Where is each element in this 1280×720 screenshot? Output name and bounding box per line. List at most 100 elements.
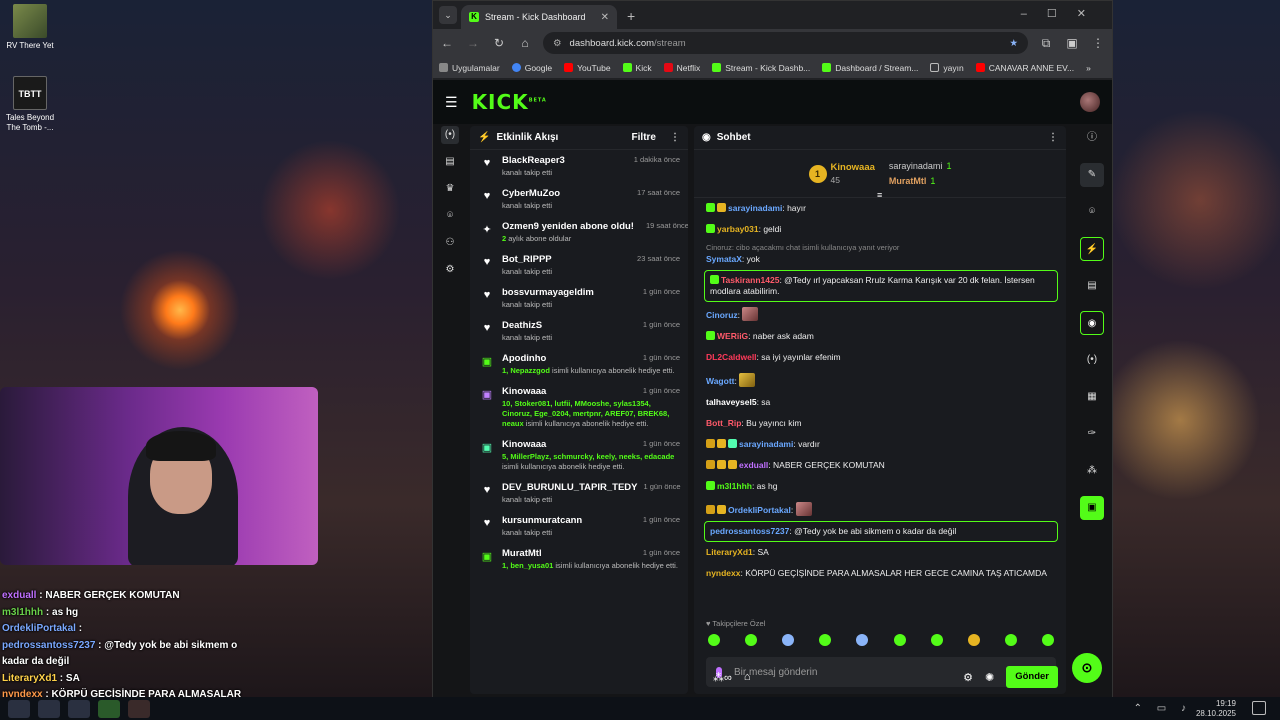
chat-message: SymataX: yok bbox=[706, 254, 760, 264]
bookmark-canavar[interactable]: CANAVAR ANNE EV... bbox=[975, 63, 1074, 73]
site-info-icon[interactable]: ⚙ bbox=[553, 38, 562, 49]
emote-icon[interactable] bbox=[708, 634, 720, 646]
chat-bubble-icon[interactable]: ◉ bbox=[1080, 311, 1104, 335]
more-options-icon[interactable]: ⋮ bbox=[1048, 132, 1058, 143]
tab-kick-dashboard[interactable]: K Stream - Kick Dashboard ✕ bbox=[461, 5, 617, 29]
broadcast-icon[interactable]: (•) bbox=[1080, 348, 1104, 372]
notification-icon[interactable] bbox=[1252, 701, 1266, 715]
quick-emotes bbox=[708, 634, 1054, 646]
activity-event: ♥ CyberMuZoo 17 saat önce kanalı takip ett… bbox=[470, 183, 688, 216]
kick-logo[interactable]: KICKBETA bbox=[472, 90, 547, 114]
document-icon[interactable]: ▤ bbox=[1080, 274, 1104, 298]
kick-header: ☰ KICKBETA bbox=[433, 80, 1112, 124]
clock[interactable]: 19:19 28.10.2025 bbox=[1196, 699, 1236, 719]
tab-search-icon[interactable]: ⌄ bbox=[439, 6, 457, 24]
activity-event: ♥ bossvurmayageldim 1 gün önce kanalı taki… bbox=[470, 282, 688, 315]
chat-message: Wagott: bbox=[706, 368, 1056, 392]
window-controls[interactable]: –☐✕ bbox=[1021, 7, 1106, 20]
chat-header: ◉ Sohbet ⋮ bbox=[694, 126, 1066, 150]
wrench-icon[interactable]: ✑ bbox=[1080, 422, 1104, 446]
settings-icon[interactable]: ⚙ bbox=[441, 261, 459, 279]
emote-icon[interactable] bbox=[782, 634, 795, 646]
loyalty-points-icon[interactable]: ⁂∞ bbox=[713, 671, 732, 684]
taskbar-app-icon[interactable] bbox=[38, 699, 60, 718]
star-icon: ✦ bbox=[482, 224, 492, 236]
activity-event: ▣ Kinowaaa 1 gün önce 5, MillerPlayz, schm… bbox=[481, 439, 680, 471]
reply-context: Cinoruz: cibo açacakmı chat isimli kulla… bbox=[706, 243, 900, 252]
emote-icon[interactable] bbox=[819, 634, 832, 646]
user-avatar[interactable] bbox=[1080, 92, 1100, 112]
system-tray-icons[interactable]: ⌃ ▭ ♪ bbox=[1134, 703, 1192, 714]
emote-icon bbox=[742, 307, 759, 321]
menu-icon[interactable]: ☰ bbox=[445, 94, 458, 111]
rv-there-yet-icon bbox=[13, 4, 47, 38]
bookmarks-bar: Uygulamalar Google YouTube Kick Netflix … bbox=[433, 57, 1112, 79]
bookmark-star-icon[interactable]: ★ bbox=[1009, 38, 1018, 49]
browser-window: ⌄ K Stream - Kick Dashboard ✕ + –☐✕ ← → … bbox=[432, 0, 1113, 697]
edit-pencil-icon[interactable]: ✎ bbox=[1080, 163, 1104, 187]
desktop-icon-tbtt[interactable]: TBTT Tales Beyond The Tomb -... bbox=[0, 76, 60, 133]
leaderboard-top[interactable]: 1 Kinowaaa 45 bbox=[808, 162, 875, 186]
lightning-icon[interactable]: ⚡ bbox=[1080, 237, 1104, 261]
emote-icon[interactable] bbox=[967, 634, 980, 646]
bookmark-youtube[interactable]: YouTube bbox=[564, 63, 611, 73]
taskbar-app-icon[interactable] bbox=[68, 699, 90, 718]
bookmark-netflix[interactable]: Netflix bbox=[663, 63, 700, 73]
scan-icon[interactable]: ⌾ bbox=[441, 207, 459, 225]
taskbar-app-icon[interactable] bbox=[8, 699, 30, 718]
predictions-icon[interactable]: ✺ bbox=[985, 671, 994, 684]
info-icon[interactable]: ⓘ bbox=[1080, 126, 1104, 150]
emote-icon[interactable] bbox=[745, 634, 758, 646]
chat-settings-icon[interactable]: ⚙ bbox=[963, 671, 973, 684]
gift-icon: ▣ bbox=[481, 389, 493, 401]
sub-badge-icon bbox=[706, 203, 715, 212]
overlay-msg: exduall : NABER GERÇEK KOMUTAN bbox=[2, 590, 180, 601]
calendar-icon[interactable]: ▤ bbox=[441, 153, 459, 171]
emote-icon[interactable] bbox=[1004, 634, 1017, 646]
chat-message: OrdekliPortakal: bbox=[706, 497, 1056, 521]
community-icon[interactable]: ⁂ bbox=[1080, 459, 1104, 483]
more-options-icon[interactable]: ⋮ bbox=[670, 132, 680, 143]
taskbar-kick-icon[interactable] bbox=[98, 699, 120, 718]
tab-strip: ⌄ K Stream - Kick Dashboard ✕ + –☐✕ bbox=[433, 1, 1112, 29]
extensions-icon[interactable]: ⧉ bbox=[1038, 36, 1054, 51]
emote-icon[interactable] bbox=[893, 634, 906, 646]
send-button[interactable]: Gönder bbox=[1006, 666, 1058, 688]
leaderboard-entry[interactable]: sarayinadami 1 bbox=[889, 159, 952, 174]
leaderboard-entry[interactable]: MuratMtl 1 bbox=[889, 174, 952, 189]
bookmark-apps[interactable]: Uygulamalar bbox=[439, 63, 500, 73]
desktop-icon-rv[interactable]: RV There Yet bbox=[0, 4, 60, 51]
browser-toolbar: ← → ↻ ⌂ ⚙ dashboard.kick.com/stream ★ ⧉ … bbox=[433, 29, 1112, 57]
scan-icon[interactable]: ⌾ bbox=[1080, 200, 1104, 224]
left-nav-rail: (•) ▤ ♛ ⌾ ⚇ ⚙ bbox=[441, 126, 459, 288]
filter-button[interactable]: Filtre bbox=[632, 132, 656, 143]
home-icon[interactable]: ⌂ bbox=[517, 36, 533, 50]
forward-icon[interactable]: → bbox=[465, 36, 481, 50]
trophy-icon[interactable]: ♛ bbox=[441, 180, 459, 198]
reload-icon[interactable]: ↻ bbox=[491, 36, 507, 50]
users-icon[interactable]: ⚇ bbox=[441, 234, 459, 252]
help-support-icon[interactable]: ⊙ bbox=[1072, 653, 1102, 683]
store-icon[interactable]: ⌂ bbox=[744, 671, 751, 683]
profile-icon[interactable]: ▣ bbox=[1064, 36, 1080, 50]
browser-menu-icon[interactable]: ⋮ bbox=[1090, 36, 1106, 50]
emote-icon[interactable] bbox=[1041, 634, 1054, 646]
taskbar-obs-icon[interactable] bbox=[128, 699, 150, 718]
bookmark-kick[interactable]: Kick bbox=[622, 63, 652, 73]
close-tab-icon[interactable]: ✕ bbox=[601, 12, 609, 23]
chat-message: DL2Caldwell: sa iyi yayınlar efenim bbox=[706, 352, 841, 362]
live-broadcast-icon[interactable]: (•) bbox=[441, 126, 459, 144]
bookmark-folder-yayin[interactable]: yayın bbox=[930, 63, 964, 73]
bookmark-stream-kick[interactable]: Stream - Kick Dashb... bbox=[712, 63, 810, 73]
address-bar[interactable]: ⚙ dashboard.kick.com/stream ★ bbox=[543, 32, 1028, 54]
clapper-icon[interactable]: ▣ bbox=[1080, 496, 1104, 520]
chat-message: Bott_Rip: Bu yayıncı kim bbox=[706, 418, 802, 428]
layout-icon[interactable]: ▦ bbox=[1080, 385, 1104, 409]
emote-icon[interactable] bbox=[856, 634, 869, 646]
new-tab-icon[interactable]: + bbox=[627, 8, 635, 24]
back-icon[interactable]: ← bbox=[439, 36, 455, 50]
bookmark-google[interactable]: Google bbox=[511, 63, 552, 73]
emote-icon[interactable] bbox=[930, 634, 943, 646]
bookmark-dashboard[interactable]: Dashboard / Stream... bbox=[822, 63, 918, 73]
more-bookmarks-icon[interactable]: » bbox=[1086, 63, 1091, 73]
